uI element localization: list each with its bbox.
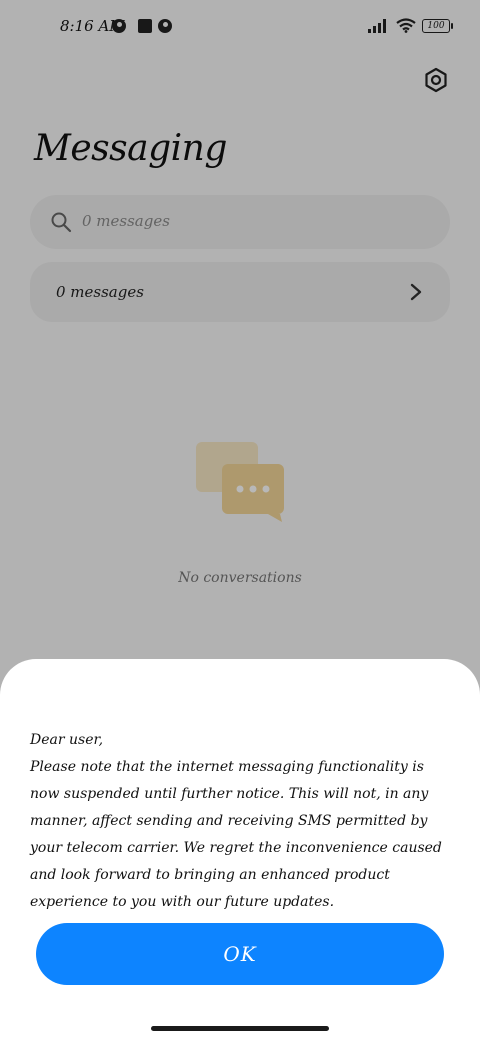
ok-button[interactable]: OK xyxy=(36,923,444,985)
home-indicator[interactable] xyxy=(151,1026,329,1031)
dialog-greeting: Dear user, xyxy=(30,732,104,748)
notice-dialog: Dear user, Please note that the internet… xyxy=(0,659,480,1040)
dialog-body: Please note that the internet messaging … xyxy=(30,759,442,910)
dialog-message: Dear user, Please note that the internet… xyxy=(30,727,454,916)
